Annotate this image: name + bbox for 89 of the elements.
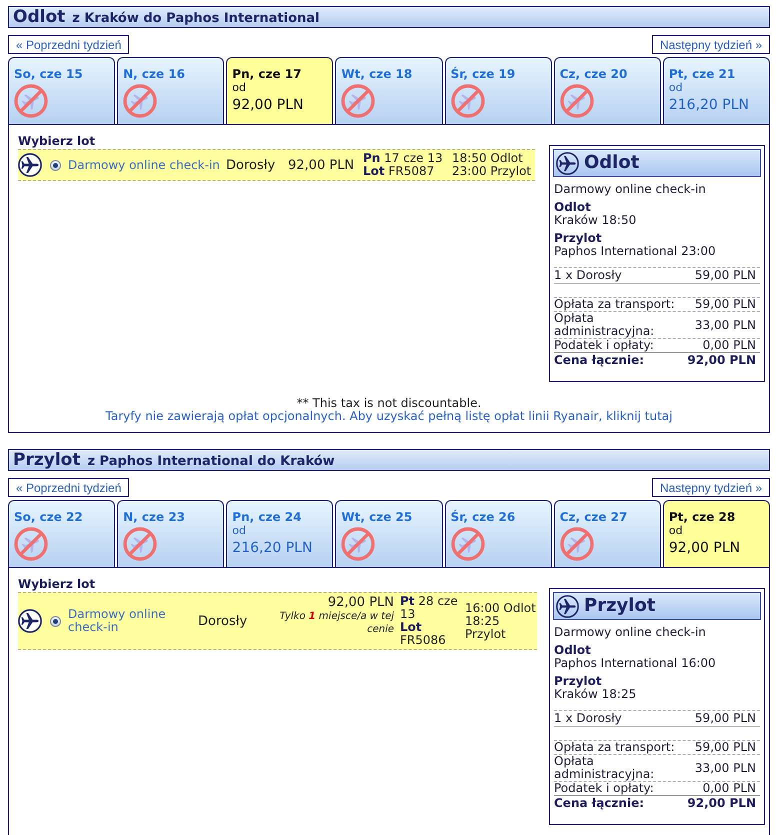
next-week-button[interactable]: Następny tydzień »: [652, 478, 770, 497]
departure-label: Odlot: [554, 201, 592, 214]
summary-title: Odlot: [584, 153, 640, 173]
select-flight-heading: Wybierz lot: [18, 135, 96, 148]
price-label: Opłata administracyjna:: [554, 755, 656, 781]
fare-name: Darmowy online check-in: [554, 626, 707, 639]
day-tab[interactable]: Pt, cze 28 od 92,00 PLN: [662, 500, 770, 567]
no-flights-icon: [14, 527, 48, 561]
passenger-type: Dorosły: [226, 158, 276, 172]
fare-info-link[interactable]: Taryfy nie zawierają opłat opcjonalnych. Aby uzyskać pełną listę opłat linii Ryanair, kliknij tutaj: [106, 410, 672, 423]
fare-radio[interactable]: [50, 616, 61, 626]
price-amount: 33,00 PLN: [694, 762, 757, 774]
day-tab[interactable]: N, cze 16: [117, 57, 224, 124]
arrival-label: Przylot: [554, 675, 603, 688]
fare-link[interactable]: Darmowy online check-in: [68, 608, 198, 634]
day-tab[interactable]: Cz, cze 27: [554, 500, 661, 567]
price-label: Podatek i opłaty:: [554, 339, 655, 352]
next-week-button[interactable]: Następny tydzień »: [652, 35, 770, 54]
no-flights-icon: [123, 527, 158, 561]
day-tab[interactable]: Śr, cze 26: [444, 500, 552, 567]
passenger-type: Dorosły: [198, 614, 248, 628]
price-amount: 0,00 PLN: [702, 782, 757, 795]
plane-icon: [556, 594, 579, 618]
price-amount: 59,00 PLN: [694, 712, 757, 725]
departure-info: Paphos International 16:00: [554, 657, 717, 670]
price-amount: 59,00 PLN: [694, 741, 757, 754]
arrival-label: Przylot: [554, 232, 602, 245]
route-text: z Paphos International do Kraków: [87, 452, 335, 468]
plane-icon: [556, 152, 579, 174]
no-flights-icon: [560, 527, 594, 561]
price-label: Opłata za transport:: [554, 741, 676, 754]
plane-icon: [18, 153, 42, 177]
route-text: z Kraków do Paphos International: [72, 10, 320, 24]
fare-link[interactable]: Darmowy online check-in: [68, 158, 220, 172]
day-tab[interactable]: Pn, cze 24 od 216,20 PLN: [226, 500, 334, 567]
no-flights-icon: [123, 84, 158, 118]
total-amount: 92,00 PLN: [687, 354, 757, 367]
day-tab[interactable]: N, cze 23: [117, 500, 224, 567]
day-tab[interactable]: Pt, cze 21 od 216,20 PLN: [662, 57, 770, 124]
departure-time: 16:00 Odlot: [465, 602, 537, 614]
price-label: Podatek i opłaty:: [554, 782, 655, 795]
total-label: Cena łącznie:: [554, 797, 644, 810]
section-title: Odlot: [13, 8, 66, 26]
day-tab[interactable]: Cz, cze 20: [554, 57, 661, 124]
seats-left-note: Tylko 1 miejsce/a w tej cenie: [278, 610, 394, 636]
price-label: 1 x Dorosły: [554, 712, 622, 725]
fare-radio[interactable]: [50, 160, 61, 170]
no-flights-icon: [450, 84, 485, 118]
arrival-time: 18:25 Przylot: [465, 614, 507, 640]
price-amount: 59,00 PLN: [694, 298, 757, 311]
flight-date: Pn 17 cze 13: [363, 152, 444, 165]
section-title: Przylot: [13, 452, 80, 468]
no-flights-icon: [341, 527, 376, 561]
day-tab[interactable]: Pn, cze 17 od 92,00 PLN: [226, 57, 334, 124]
day-tab[interactable]: So, cze 15: [8, 57, 116, 124]
total-label: Cena łącznie:: [554, 354, 644, 367]
plane-icon: [18, 609, 42, 633]
price-amount: 59,00 PLN: [694, 269, 757, 282]
total-amount: 92,00 PLN: [687, 797, 757, 810]
previous-week-button[interactable]: « Poprzedni tydzień: [8, 35, 130, 54]
price-amount: 0,00 PLN: [702, 339, 757, 352]
flight-number: Lot FR5086: [400, 621, 447, 647]
price-amount: 33,00 PLN: [694, 318, 757, 332]
departure-time: 18:50 Odlot: [452, 152, 524, 165]
day-tab[interactable]: So, cze 22: [8, 500, 116, 567]
flight-price: 92,00 PLN: [328, 595, 394, 610]
price-label: 1 x Dorosły: [554, 269, 622, 282]
arrival-info: Kraków 18:25: [554, 688, 638, 701]
departure-info: Kraków 18:50: [554, 214, 638, 227]
fare-name: Darmowy online check-in: [554, 183, 707, 196]
arrival-time: 23:00 Przylot: [452, 165, 532, 178]
flight-price: 92,00 PLN: [288, 158, 354, 172]
flight-number: Lot FR5087: [363, 165, 436, 178]
no-flights-icon: [14, 84, 48, 118]
flight-date: Pt 28 cze 13: [400, 595, 459, 621]
no-flights-icon: [560, 84, 594, 118]
no-flights-icon: [341, 84, 376, 118]
day-tab[interactable]: Wt, cze 25: [335, 500, 443, 567]
select-flight-heading: Wybierz lot: [18, 578, 96, 591]
day-tab[interactable]: Śr, cze 19: [444, 57, 552, 124]
no-flights-icon: [450, 527, 485, 561]
summary-title: Przylot: [584, 596, 656, 616]
departure-label: Odlot: [554, 644, 592, 657]
day-tab[interactable]: Wt, cze 18: [335, 57, 443, 124]
arrival-info: Paphos International 23:00: [554, 245, 717, 258]
price-label: Opłata za transport:: [554, 298, 676, 311]
tax-note: ** This tax is not discountable.: [296, 397, 482, 410]
price-label: Opłata administracyjna:: [554, 312, 656, 338]
previous-week-button[interactable]: « Poprzedni tydzień: [8, 478, 130, 497]
